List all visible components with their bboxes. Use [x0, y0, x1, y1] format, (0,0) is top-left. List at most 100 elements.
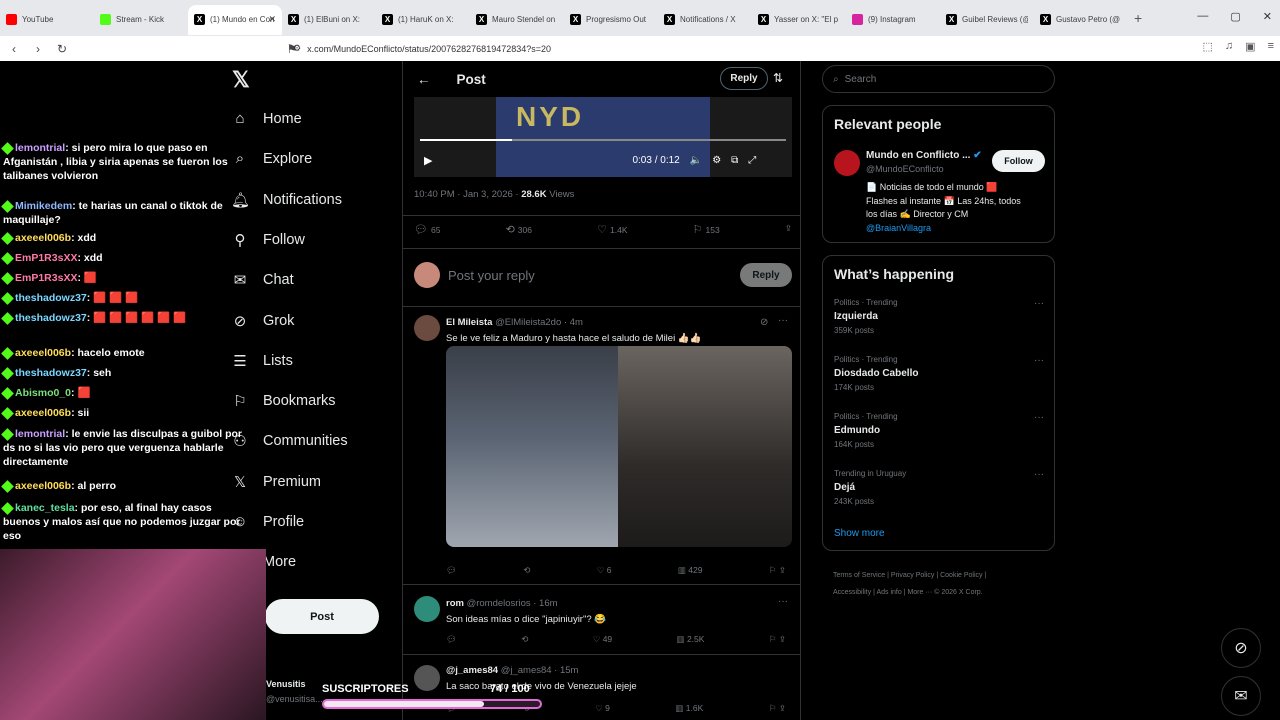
- reply-icon[interactable]: 💬︎: [446, 634, 457, 645]
- more-options-icon[interactable]: ···: [778, 596, 788, 607]
- chat-user[interactable]: lemontrial: [15, 428, 65, 440]
- avatar[interactable]: [834, 150, 860, 176]
- more-options-icon[interactable]: ···: [1034, 298, 1044, 309]
- maximize-button[interactable]: ▢: [1230, 10, 1240, 23]
- tweet-image-1[interactable]: [446, 346, 618, 547]
- repost-icon[interactable]: ⟲: [521, 634, 528, 645]
- follow-button[interactable]: Follow: [992, 150, 1045, 172]
- like-action[interactable]: ♡ 6: [597, 565, 612, 576]
- chat-user[interactable]: theshadowz37: [15, 367, 87, 379]
- more-options-icon[interactable]: ···: [1034, 469, 1044, 480]
- video-progress[interactable]: [420, 139, 786, 141]
- close-window-button[interactable]: ✕: [1263, 10, 1272, 23]
- volume-icon[interactable]: 🔈: [690, 155, 702, 166]
- close-tab-icon[interactable]: ✕: [268, 14, 276, 25]
- chat-user[interactable]: theshadowz37: [15, 312, 87, 324]
- chat-user[interactable]: axeeel006b: [15, 232, 71, 244]
- bookmark-icon[interactable]: ⚐ ⇪: [769, 703, 786, 714]
- nav-item-notifications[interactable]: 🔔︎ Notifications: [231, 191, 342, 209]
- back-button[interactable]: ‹: [4, 42, 24, 56]
- reply-tweet[interactable]: El Mileista @ElMileista2do · 4m Se le ve…: [414, 315, 792, 585]
- bookmark-icon[interactable]: ⚐ ⇪: [769, 565, 786, 576]
- browser-tab[interactable]: X Progresismo Out: [564, 5, 658, 35]
- like-action[interactable]: ♡ 9: [595, 703, 610, 714]
- nav-item-bookmarks[interactable]: ⚐ Bookmarks: [231, 392, 335, 410]
- repost-action[interactable]: ⟲ 306: [506, 223, 532, 236]
- reload-button[interactable]: ↻: [52, 42, 72, 56]
- author-name[interactable]: rom: [446, 598, 464, 609]
- views-action[interactable]: ▥ 1.6K: [675, 703, 703, 714]
- trend-item[interactable]: Politics · Trending Edmundo 164K posts ···: [834, 412, 1044, 449]
- reply-tweet[interactable]: rom @romdelosrios · 16m Son ideas mías o…: [414, 596, 792, 656]
- reply-submit-button[interactable]: Reply: [740, 263, 792, 287]
- browser-tab[interactable]: X (1) HaruK on X:: [376, 5, 470, 35]
- browser-tab[interactable]: (9) Instagram: [846, 5, 940, 35]
- browser-tab[interactable]: X Notifications / X: [658, 5, 752, 35]
- footer-links[interactable]: Accessibility | Ads info | More ··· © 20…: [833, 584, 1053, 601]
- messages-float-icon[interactable]: ✉: [1221, 676, 1261, 716]
- footer-links[interactable]: Terms of Service | Privacy Policy | Cook…: [833, 567, 1053, 584]
- browser-tab[interactable]: X (1) Mundo en Con ✕: [188, 4, 282, 35]
- chat-user[interactable]: Abismo0_0: [15, 387, 71, 399]
- post-time[interactable]: 10:40 PM · Jan 3, 2026: [414, 189, 513, 200]
- back-arrow-icon[interactable]: ←: [417, 72, 431, 87]
- chat-user[interactable]: kanec_tesla: [15, 502, 75, 514]
- repost-icon[interactable]: ⟲: [523, 565, 530, 576]
- author-name[interactable]: El Mileista: [446, 317, 492, 328]
- search-input[interactable]: ⌕ Search: [822, 65, 1055, 93]
- pip-icon[interactable]: ⧉: [731, 155, 738, 166]
- reply-icon[interactable]: 💬︎: [446, 565, 457, 576]
- browser-tab[interactable]: Stream - Kick: [94, 5, 188, 35]
- chat-user[interactable]: axeeel006b: [15, 407, 71, 419]
- extensions-icon[interactable]: ⬚: [1203, 40, 1213, 53]
- views-action[interactable]: ▥ 429: [678, 565, 703, 576]
- nav-item-communities[interactable]: ⚇ Communities: [231, 432, 347, 450]
- browser-tab[interactable]: X Mauro Stendel on: [470, 5, 564, 35]
- sidebar-icon[interactable]: ▣: [1245, 40, 1255, 53]
- filter-icon[interactable]: ⇅: [773, 71, 783, 85]
- browser-tab[interactable]: YouTube: [0, 5, 94, 35]
- like-action[interactable]: ♡ 49: [593, 634, 612, 645]
- site-info-icon[interactable]: ⚙: [293, 43, 301, 54]
- account-name[interactable]: Venusitis: [266, 679, 306, 689]
- tweet-image-2[interactable]: [618, 346, 792, 547]
- reply-action[interactable]: 💬︎ 65: [414, 223, 440, 236]
- url-bar[interactable]: ⚙ x.com/MundoEConflicto/status/2007628276…: [285, 39, 925, 58]
- bookmark-icon[interactable]: ⚐ ⇪: [769, 634, 786, 645]
- bookmark-action[interactable]: ⚐ 153: [693, 223, 720, 236]
- trend-item[interactable]: Trending in Uruguay Dejá 243K posts ···: [834, 469, 1044, 506]
- header-reply-button[interactable]: Reply: [720, 67, 768, 90]
- browser-tab[interactable]: X Guibel Reviews (@: [940, 5, 1034, 35]
- play-icon[interactable]: ▶: [424, 154, 432, 167]
- media-icon[interactable]: ♫: [1225, 40, 1233, 53]
- chat-user[interactable]: theshadowz37: [15, 292, 87, 304]
- video-player[interactable]: NYD ▶ 0:03 / 0:12 🔈 ⚙ ⧉ ⤢: [414, 97, 792, 177]
- chat-user[interactable]: axeeel006b: [15, 480, 71, 492]
- grok-float-icon[interactable]: ⊘: [1221, 628, 1261, 668]
- minimize-button[interactable]: —: [1197, 10, 1208, 23]
- chat-user[interactable]: axeeel006b: [15, 347, 71, 359]
- grok-icon[interactable]: ⊘: [760, 317, 768, 328]
- new-tab-button[interactable]: +: [1134, 10, 1142, 26]
- more-options-icon[interactable]: ···: [1034, 355, 1044, 366]
- chat-user[interactable]: EmP1R3sXX: [15, 272, 77, 284]
- more-options-icon[interactable]: ···: [778, 315, 788, 326]
- like-action[interactable]: ♡ 1.4K: [597, 223, 627, 236]
- chat-user[interactable]: lemontrial: [15, 142, 65, 154]
- views-action[interactable]: ▥ 2.5K: [677, 634, 705, 645]
- post-button[interactable]: Post: [265, 599, 379, 634]
- trend-item[interactable]: Politics · Trending Izquierda 359K posts ··…: [834, 298, 1044, 335]
- menu-icon[interactable]: ≡: [1268, 40, 1274, 53]
- settings-icon[interactable]: ⚙: [712, 155, 721, 166]
- show-more-link[interactable]: Show more: [834, 528, 885, 539]
- fullscreen-icon[interactable]: ⤢: [748, 155, 756, 166]
- trend-item[interactable]: Politics · Trending Diosdado Cabello 174K …: [834, 355, 1044, 392]
- forward-button[interactable]: ›: [28, 42, 48, 56]
- bio-link[interactable]: @BraianVillagra: [866, 222, 1051, 236]
- chat-user[interactable]: EmP1R3sXX: [15, 252, 77, 264]
- more-options-icon[interactable]: ···: [1034, 412, 1044, 423]
- reply-input[interactable]: Post your reply: [448, 268, 535, 283]
- author-name[interactable]: @j_ames84: [446, 665, 498, 676]
- tweet-images[interactable]: [446, 346, 792, 547]
- share-icon[interactable]: ⇪: [785, 223, 792, 236]
